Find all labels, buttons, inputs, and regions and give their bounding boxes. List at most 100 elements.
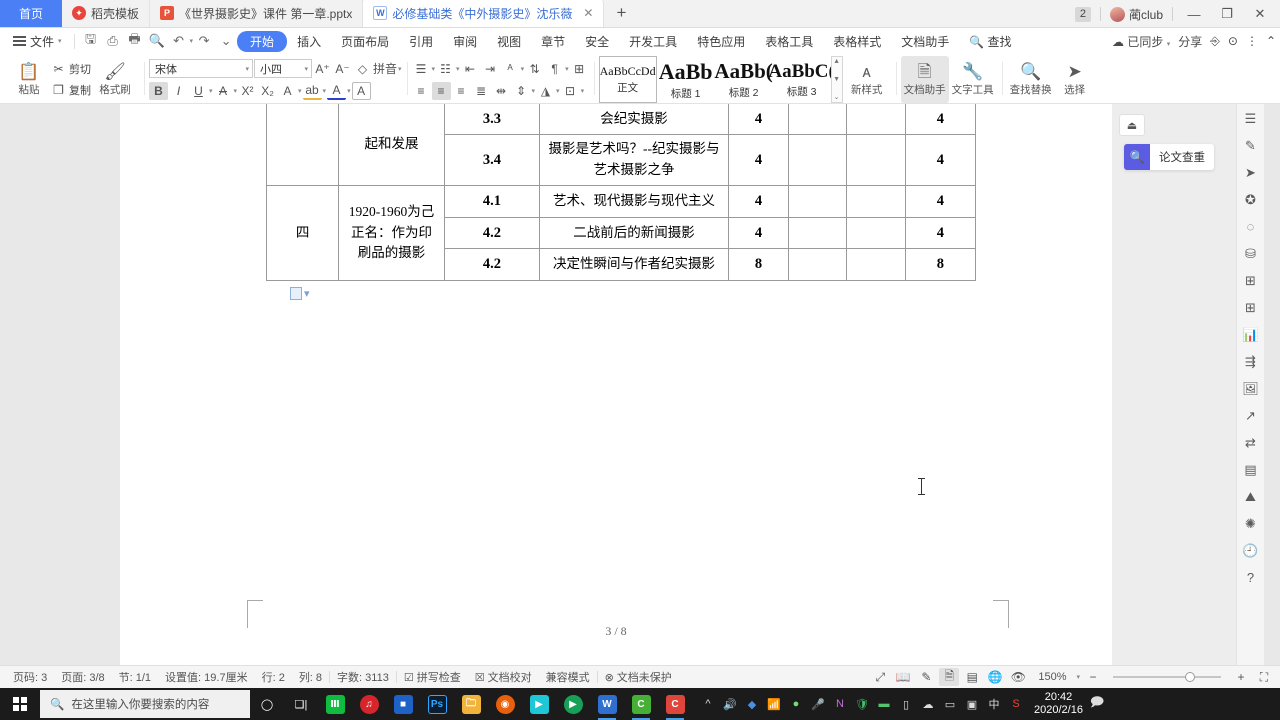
more-icon[interactable]: ⋮ [1246,34,1258,48]
pen-icon[interactable]: ✎ [1239,133,1263,158]
status-page-count[interactable]: 页面: 3/8 [54,669,111,685]
user-account[interactable]: 蔺club [1109,6,1163,23]
tab-review[interactable]: 审阅 [443,31,487,52]
tab-active-document[interactable]: W 必修基础类《中外摄影史》沈乐薇 ✕ [363,0,605,27]
app-blue-icon[interactable]: ■ [386,688,420,720]
cut-button[interactable]: ✂ 剪切 [49,60,91,78]
style-heading-3[interactable]: AaBbC( 标题 3 [768,56,835,103]
sort-icon[interactable]: ⇅ [525,60,544,78]
help-icon[interactable]: ⊙ [1228,34,1238,48]
bullet-list-icon[interactable]: ☰ [412,60,431,78]
eye-protect-icon[interactable]: 👁 [1008,668,1028,686]
document-page[interactable]: ▾ 起和发展 3.3 会纪实摄影 4 4 3.4 摄影是艺术吗？--纪实摄影与艺… [120,104,1112,665]
tab-table-tools[interactable]: 表格工具 [755,31,823,52]
italic-button[interactable]: I [169,82,188,100]
customize-qat-icon[interactable]: ⌄ [215,33,237,49]
tab-references[interactable]: 引用 [399,31,443,52]
volume-icon[interactable]: 🔊 [720,698,740,711]
tab-chapter[interactable]: 章节 [531,31,575,52]
zoom-level[interactable]: 150% [1031,671,1073,683]
chevron-down-icon[interactable]: ▾ [456,65,460,73]
input-icon[interactable]: 中 [984,696,1004,712]
numbered-list-icon[interactable]: ☷ [436,60,455,78]
clear-format-icon[interactable]: ◇ [353,60,372,78]
web-layout-icon[interactable]: 🌐 [985,668,1005,686]
home-tab[interactable]: 首页 [0,0,62,27]
course-schedule-table[interactable]: 起和发展 3.3 会纪实摄影 4 4 3.4 摄影是艺术吗？--纪实摄影与艺术摄… [265,104,977,281]
chevron-down-icon[interactable]: ▾ [565,65,569,73]
wechat-icon[interactable]: ● [786,698,806,710]
pinyin-guide-icon[interactable]: ᴬ [501,60,520,78]
sogou-icon[interactable]: S [1006,698,1026,710]
status-word-count[interactable]: 字数: 3113 [330,669,396,685]
tab-developer-tools[interactable]: 开发工具 [619,31,687,52]
status-page-number[interactable]: 页码: 3 [6,669,54,685]
doc-assistant-button[interactable]: 🗎 文档助手 [900,56,949,103]
style-heading-1[interactable]: AaBb 标题 1 [657,56,715,103]
status-doc-proof[interactable]: ☒ 文档校对 [468,669,539,685]
cash-icon[interactable]: ▬ [874,698,894,710]
scroll-up-icon[interactable]: ▲ [833,58,840,65]
collaborate-icon[interactable]: ⎆ [1210,34,1220,49]
table-icon[interactable]: ⊞ [1239,268,1263,293]
font-size-select[interactable]: 小四 ▾ [254,59,312,78]
media-player-icon[interactable]: ▶ [556,688,590,720]
chevron-down-icon[interactable]: ▾ [432,65,436,73]
tab-pptx[interactable]: P 《世界摄影史》课件 第一章.pptx [150,0,364,27]
mic-icon[interactable]: 🎤 [808,698,828,711]
style-heading-2[interactable]: AaBb( 标题 2 [714,56,772,103]
decrease-indent-icon[interactable]: ⇤ [461,60,480,78]
flow-icon[interactable]: ⇶ [1239,349,1263,374]
battery-icon[interactable]: ▯ [896,698,916,711]
copy-button[interactable]: ❐ 复制 [49,81,91,99]
chevron-down-icon[interactable]: ▾ [347,87,351,95]
save-icon[interactable]: 🖫 [80,30,102,52]
tab-security[interactable]: 安全 [575,31,619,52]
seewo-icon[interactable]: ◆ [742,698,762,711]
wps-writer-icon[interactable]: W [590,688,624,720]
minimize-button[interactable]: — [1182,7,1206,22]
text-tools-button[interactable]: 🔧 文字工具 [949,56,997,103]
chevron-down-icon[interactable]: ▾ [581,87,585,95]
chevron-down-icon[interactable]: ▾ [556,87,560,95]
justify-icon[interactable]: ≣ [472,82,491,100]
show-marks-icon[interactable]: ¶ [545,60,564,78]
status-spell-check[interactable]: ☑ 拼写检查 [397,669,468,685]
notification-icon[interactable]: 🗩 [1083,693,1111,715]
collapse-ribbon-icon[interactable]: ⌃ [1266,34,1276,48]
zoom-out-button[interactable]: − [1083,668,1103,686]
fullscreen-icon[interactable]: ⤢ [870,668,890,686]
line-spacing-icon[interactable]: ⇕ [512,82,531,100]
reading-layout-icon[interactable]: 📖 [893,668,913,686]
scroll-down-icon[interactable]: ▼ [833,76,840,83]
compass-icon[interactable]: ✺ [1239,511,1263,536]
cloud-icon[interactable]: ☁ [918,698,938,711]
tab-table-styles[interactable]: 表格样式 [823,31,891,52]
windows-start-icon[interactable] [0,697,40,711]
grow-font-button[interactable]: A⁺ [313,60,332,78]
font-color-button[interactable]: A [327,82,347,100]
tab-docer-template[interactable]: ✦ 稻壳模板 [62,0,151,27]
chart-icon[interactable]: 📊 [1239,322,1263,347]
app-green-icon[interactable]: Ⅲ [318,688,352,720]
undo-icon[interactable]: ↶ [168,33,190,49]
object-anchor-icon[interactable]: ▾ [290,287,310,300]
format-painter-button[interactable]: 🖌 格式刷 [91,56,139,103]
paper-check-button[interactable]: 🔍 论文查重 [1124,144,1214,170]
screen-icon[interactable]: ▭ [940,698,960,711]
menu-icon[interactable]: ☰ [1239,106,1263,131]
style-gallery-scrollbar[interactable]: ▲ ▼ ⌄ [830,56,843,103]
tab-insert[interactable]: 插入 [287,31,331,52]
tab-page-layout[interactable]: 页面布局 [331,31,399,52]
taskbar-search-input[interactable]: 🔍 在这里输入你要搜索的内容 [40,690,250,718]
archive-icon[interactable]: ▤ [1239,457,1263,482]
font-family-select[interactable]: 宋体 ▾ [149,59,253,78]
status-column[interactable]: 列: 8 [292,669,329,685]
expand-gallery-icon[interactable]: ⌄ [834,93,840,101]
tab-start[interactable]: 开始 [237,30,288,52]
chevron-up-icon[interactable]: ^ [698,698,718,710]
align-left-icon[interactable]: ≡ [412,82,431,100]
table-row[interactable]: 起和发展 3.3 会纪实摄影 4 4 [265,104,977,187]
cortana-icon[interactable]: ◯ [250,688,284,720]
table-borders-icon[interactable]: ⊡ [561,82,580,100]
